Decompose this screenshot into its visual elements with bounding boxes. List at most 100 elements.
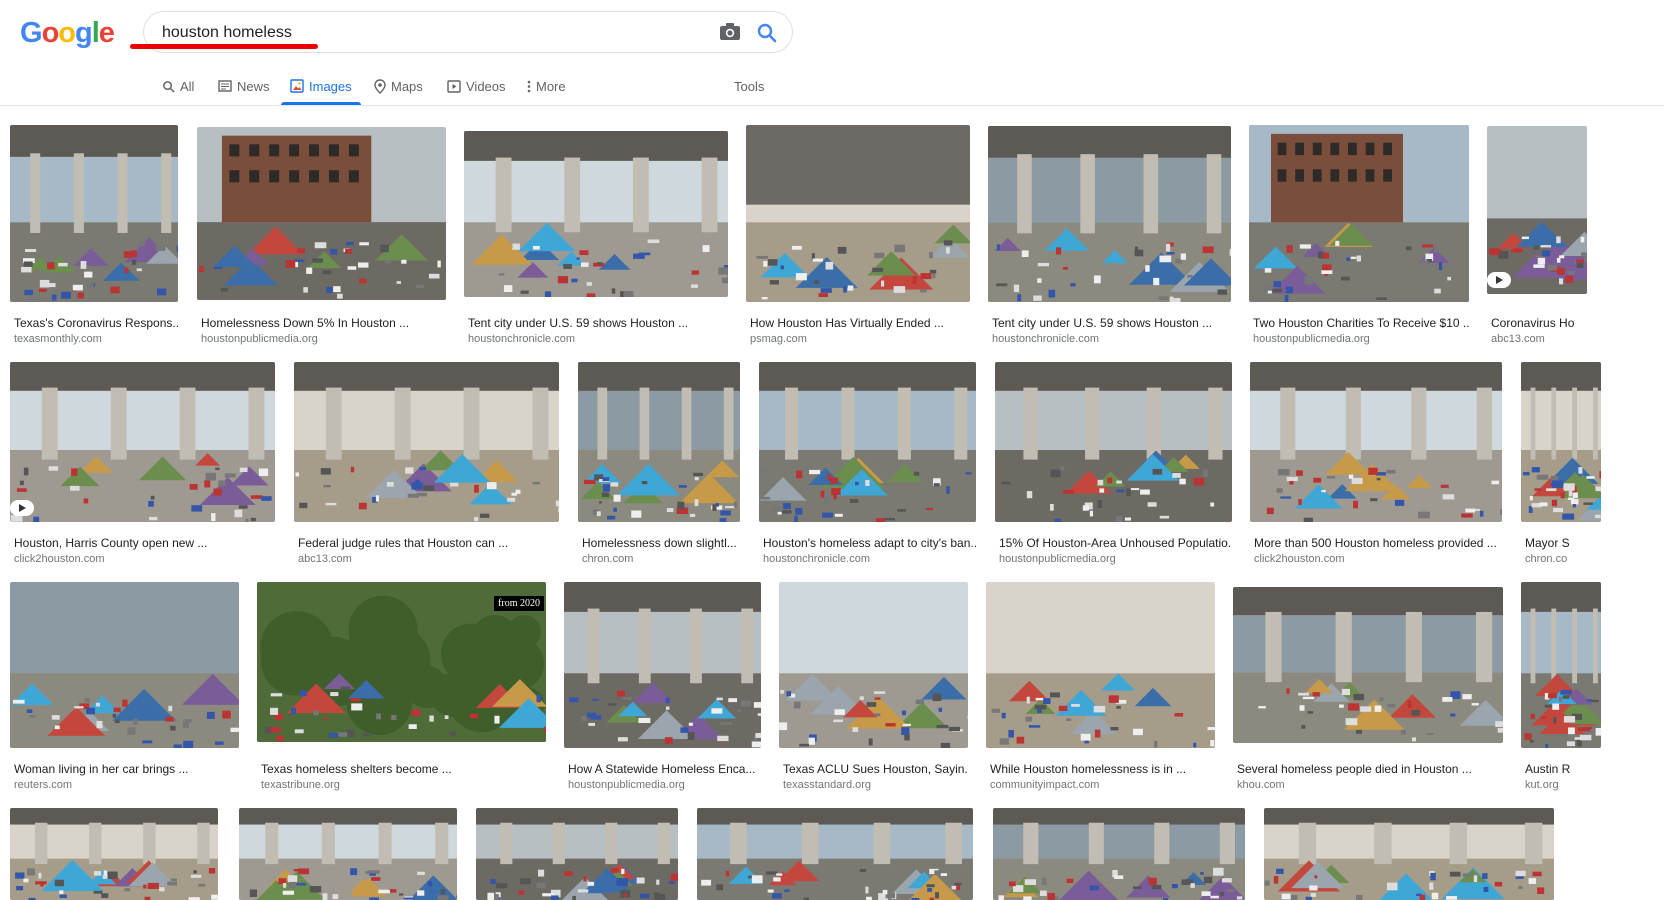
image-result-card[interactable]: from 2020 Texas homeless shelters become … [257, 582, 546, 796]
image-result-card[interactable]: Coronavirus Ho abc13.com [1487, 126, 1587, 350]
result-title[interactable]: Houston's homeless adapt to city's ban..… [763, 536, 976, 550]
tab-news[interactable]: News [218, 77, 270, 95]
result-title[interactable]: Coronavirus Ho [1491, 316, 1587, 330]
image-result-card[interactable]: Homelessness down slightl... chron.com [578, 362, 740, 570]
result-title[interactable]: While Houston homelessness is in ... [990, 762, 1215, 776]
result-source[interactable]: click2houston.com [1254, 553, 1502, 565]
result-thumbnail[interactable] [197, 127, 446, 300]
image-result-card[interactable]: Woman living in her car brings ... reuter… [10, 582, 239, 796]
result-source[interactable]: click2houston.com [14, 553, 275, 565]
result-source[interactable]: communityimpact.com [990, 779, 1215, 791]
result-thumbnail[interactable] [1264, 808, 1554, 900]
result-thumbnail[interactable] [564, 582, 761, 748]
tab-images[interactable]: Images [290, 77, 352, 95]
result-thumbnail[interactable] [759, 362, 976, 522]
result-source[interactable]: houstonpublicmedia.org [999, 553, 1232, 565]
result-title[interactable]: Tent city under U.S. 59 shows Houston ..… [992, 316, 1231, 330]
search-input[interactable] [162, 21, 682, 45]
result-thumbnail[interactable] [239, 808, 457, 900]
result-thumbnail[interactable] [779, 582, 968, 748]
result-source[interactable]: texastribune.org [261, 779, 546, 791]
tools-button[interactable]: Tools [734, 77, 764, 95]
image-result-card[interactable]: 15% Of Houston-Area Unhoused Populatio..… [995, 362, 1232, 570]
tab-all[interactable]: All [162, 77, 194, 95]
result-source[interactable]: abc13.com [298, 553, 559, 565]
result-source[interactable]: houstonpublicmedia.org [201, 333, 446, 345]
result-title[interactable]: Tent city under U.S. 59 shows Houston ..… [468, 316, 728, 330]
result-thumbnail[interactable] [993, 808, 1245, 900]
result-thumbnail[interactable] [464, 131, 728, 297]
tab-maps[interactable]: Maps [374, 77, 423, 95]
result-source[interactable]: texasstandard.org [783, 779, 968, 791]
image-result-card[interactable]: Austin R kut.org [1521, 582, 1601, 796]
result-source[interactable]: texasmonthly.com [14, 333, 178, 345]
result-thumbnail[interactable] [1487, 126, 1587, 294]
result-thumbnail[interactable] [10, 582, 239, 748]
result-title[interactable]: Austin R [1525, 762, 1601, 776]
result-thumbnail[interactable] [476, 808, 678, 900]
result-source[interactable]: houstonchronicle.com [992, 333, 1231, 345]
result-title[interactable]: Woman living in her car brings ... [14, 762, 239, 776]
image-result-card[interactable]: Several homeless people died in Houston … [1233, 587, 1503, 796]
result-title[interactable]: Texas ACLU Sues Houston, Sayin... [783, 762, 968, 776]
result-source[interactable]: chron.com [582, 553, 740, 565]
result-title[interactable]: Texas's Coronavirus Respons... [14, 316, 178, 330]
image-result-card[interactable]: Federal judge rules that Houston can ...… [294, 362, 559, 570]
result-title[interactable]: Federal judge rules that Houston can ... [298, 536, 559, 550]
result-thumbnail[interactable] [1250, 362, 1502, 522]
tab-more[interactable]: More [527, 77, 566, 95]
result-thumbnail[interactable] [1233, 587, 1503, 743]
result-thumbnail[interactable] [10, 125, 178, 302]
image-result-card[interactable]: Tent city under U.S. 59 shows Houston ..… [988, 126, 1231, 350]
result-source[interactable]: houstonchronicle.com [763, 553, 976, 565]
result-title[interactable]: Homelessness Down 5% In Houston ... [201, 316, 446, 330]
result-thumbnail[interactable] [1249, 125, 1469, 302]
result-thumbnail[interactable] [746, 125, 970, 302]
result-title[interactable]: How Houston Has Virtually Ended ... [750, 316, 970, 330]
result-thumbnail[interactable] [10, 362, 275, 522]
result-source[interactable]: houstonpublicmedia.org [568, 779, 761, 791]
google-logo[interactable]: Google [20, 17, 115, 50]
result-thumbnail[interactable] [986, 582, 1215, 748]
image-result-card[interactable]: Homelessness Down 5% In Houston ... houst… [197, 127, 446, 350]
image-result-card[interactable]: Tent city under U.S. 59 shows Houston ..… [464, 131, 728, 350]
image-result-card[interactable]: How A Statewide Homeless Enca... houstonp… [564, 582, 761, 796]
result-thumbnail[interactable] [1521, 582, 1601, 748]
search-icon[interactable] [756, 22, 778, 44]
result-source[interactable]: houstonpublicmedia.org [1253, 333, 1469, 345]
result-thumbnail[interactable] [988, 126, 1231, 302]
image-result-card[interactable]: More than 500 Houston homeless provided … [1250, 362, 1502, 570]
result-thumbnail[interactable] [294, 362, 559, 522]
image-result-card[interactable]: While Houston homelessness is in ... comm… [986, 582, 1215, 796]
result-title[interactable]: Homelessness down slightl... [582, 536, 740, 550]
result-source[interactable]: khou.com [1237, 779, 1503, 791]
result-title[interactable]: How A Statewide Homeless Enca... [568, 762, 761, 776]
result-title[interactable]: Texas homeless shelters become ... [261, 762, 546, 776]
image-result-card[interactable]: Texas's Coronavirus Respons... texasmonth… [10, 125, 178, 350]
result-title[interactable]: Two Houston Charities To Receive $10 ... [1253, 316, 1469, 330]
image-result-card[interactable]: Houston, Harris County open new ... click… [10, 362, 275, 570]
result-title[interactable]: Mayor S [1525, 536, 1601, 550]
result-source[interactable]: houstonchronicle.com [468, 333, 728, 345]
result-source[interactable]: psmag.com [750, 333, 970, 345]
result-source[interactable]: abc13.com [1491, 333, 1587, 345]
image-result-card[interactable]: Two Houston Charities To Receive $10 ...… [1249, 125, 1469, 350]
result-source[interactable]: chron.co [1525, 553, 1601, 565]
image-result-card[interactable]: Mayor S chron.co [1521, 362, 1601, 570]
tab-videos[interactable]: Videos [447, 77, 506, 95]
image-result-card[interactable]: How Houston Has Virtually Ended ... psmag… [746, 125, 970, 350]
result-title[interactable]: Houston, Harris County open new ... [14, 536, 275, 550]
image-result-card[interactable]: Houston's homeless adapt to city's ban..… [759, 362, 976, 570]
camera-icon[interactable] [719, 22, 741, 42]
result-thumbnail[interactable] [578, 362, 740, 522]
result-source[interactable]: reuters.com [14, 779, 239, 791]
result-thumbnail[interactable] [697, 808, 973, 900]
result-title[interactable]: 15% Of Houston-Area Unhoused Populatio..… [999, 536, 1232, 550]
result-source[interactable]: kut.org [1525, 779, 1601, 791]
result-thumbnail[interactable] [1521, 362, 1601, 522]
image-result-card[interactable]: Texas ACLU Sues Houston, Sayin... texasst… [779, 582, 968, 796]
result-title[interactable]: More than 500 Houston homeless provided … [1254, 536, 1502, 550]
result-title[interactable]: Several homeless people died in Houston … [1237, 762, 1503, 776]
result-thumbnail[interactable] [995, 362, 1232, 522]
result-thumbnail[interactable] [10, 808, 218, 900]
